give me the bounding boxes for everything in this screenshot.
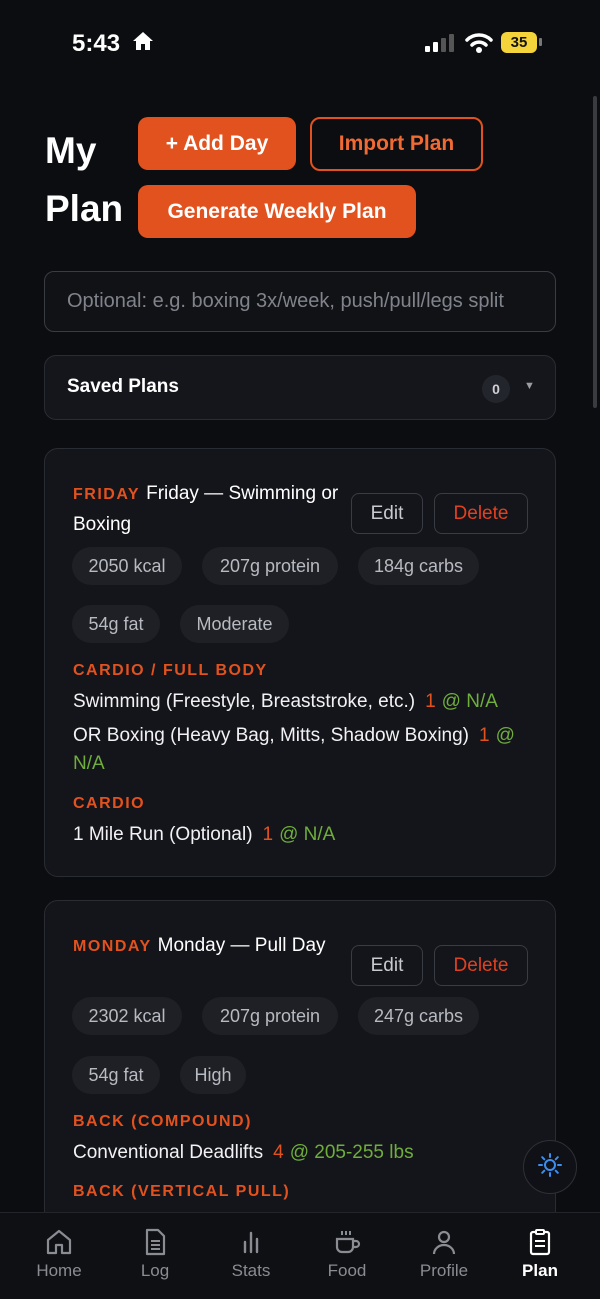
fat-pill: 54g fat (72, 605, 160, 643)
edit-day-button[interactable]: Edit (351, 945, 423, 986)
nav-label: Home (36, 1261, 82, 1280)
scrollbar[interactable] (593, 96, 597, 408)
food-icon (307, 1227, 387, 1257)
protein-pill: 207g protein (202, 547, 338, 585)
day-tag: FRIDAY (73, 486, 141, 503)
day-title: Monday — Pull Day (157, 935, 326, 956)
nav-food[interactable]: Food (307, 1227, 387, 1281)
nav-label: Stats (231, 1261, 271, 1280)
exercise-name: 1 Mile Run (Optional) (73, 824, 253, 845)
nav-label: Profile (419, 1261, 469, 1280)
calories-pill: 2302 kcal (72, 997, 182, 1035)
nav-home[interactable]: Home (19, 1227, 99, 1281)
nav-label: Log (140, 1261, 170, 1280)
exercise-weight: @ N/A (279, 824, 336, 845)
sun-icon (537, 1152, 563, 1183)
exercise-name: OR Boxing (Heavy Bag, Mitts, Shadow Boxi… (73, 725, 470, 746)
battery-indicator: 35 (501, 32, 537, 53)
nav-label: Food (327, 1261, 367, 1280)
intensity-pill: Moderate (180, 605, 289, 643)
carbs-pill: 184g carbs (358, 547, 479, 585)
log-icon (115, 1227, 195, 1257)
stats-icon (211, 1227, 291, 1257)
intensity-pill: High (180, 1056, 246, 1094)
section-title: BACK (COMPOUND) (73, 1113, 252, 1130)
exercise-weight: @ N/A (441, 691, 498, 712)
battery-tip (539, 38, 542, 46)
wifi-icon (465, 32, 493, 59)
exercise-row: Swimming (Freestyle, Breaststroke, etc.)… (73, 688, 533, 716)
exercise-row: 1 Mile Run (Optional) 1 @ N/A (73, 821, 533, 849)
theme-toggle-button[interactable] (523, 1140, 577, 1194)
exercise-name: Swimming (Freestyle, Breaststroke, etc.) (73, 691, 416, 712)
chevron-down-icon: ▼ (524, 380, 535, 392)
home-icon (19, 1227, 99, 1257)
add-day-button[interactable]: + Add Day (138, 117, 296, 170)
exercise-name: Conventional Deadlifts (73, 1142, 264, 1163)
exercise-sets: 1 (425, 691, 436, 712)
section-title: CARDIO (73, 795, 146, 812)
nav-plan[interactable]: Plan (500, 1227, 580, 1281)
delete-day-button[interactable]: Delete (434, 945, 528, 986)
status-bar: 5:43 35 (0, 0, 600, 88)
delete-day-button[interactable]: Delete (434, 493, 528, 534)
section-title: BACK (VERTICAL PULL) (73, 1183, 291, 1200)
plan-prompt-input[interactable] (44, 271, 556, 332)
nav-log[interactable]: Log (115, 1227, 195, 1281)
bottom-nav: Home Log Stats Food Profile Plan (0, 1212, 600, 1299)
day-tag: MONDAY (73, 938, 152, 955)
day-card-monday: MONDAY Monday — Pull Day Edit Delete 2302… (44, 900, 556, 1240)
exercise-sets: 1 (262, 824, 274, 845)
plan-icon (500, 1227, 580, 1257)
saved-plans-dropdown[interactable]: Saved Plans 0 ▼ (44, 355, 556, 420)
calories-pill: 2050 kcal (72, 547, 182, 585)
carbs-pill: 247g carbs (358, 997, 479, 1035)
status-time: 5:43 (72, 30, 121, 57)
exercise-row: Conventional Deadlifts 4 @ 205-255 lbs (73, 1139, 533, 1167)
nav-stats[interactable]: Stats (211, 1227, 291, 1281)
exercise-weight: @ 205-255 lbs (289, 1142, 414, 1163)
home-status-icon (131, 30, 155, 57)
protein-pill: 207g protein (202, 997, 338, 1035)
section-title: CARDIO / FULL BODY (73, 662, 268, 679)
profile-icon (404, 1227, 484, 1257)
nav-profile[interactable]: Profile (404, 1227, 484, 1281)
day-heading: FRIDAY Friday — Swimming or Boxing (73, 479, 353, 540)
exercise-sets: 4 (273, 1142, 284, 1163)
import-plan-button[interactable]: Import Plan (310, 117, 483, 171)
fat-pill: 54g fat (72, 1056, 160, 1094)
edit-day-button[interactable]: Edit (351, 493, 423, 534)
generate-weekly-plan-button[interactable]: Generate Weekly Plan (138, 185, 416, 238)
page-title: My Plan (45, 130, 124, 229)
day-heading: MONDAY Monday — Pull Day (73, 931, 353, 962)
exercise-row: OR Boxing (Heavy Bag, Mitts, Shadow Boxi… (73, 722, 533, 778)
exercise-sets: 1 (479, 725, 490, 746)
saved-plans-count-badge: 0 (482, 375, 510, 403)
day-card-friday: FRIDAY Friday — Swimming or Boxing Edit D… (44, 448, 556, 877)
signal-icon (425, 34, 455, 57)
nav-label: Plan (522, 1261, 558, 1280)
saved-plans-label: Saved Plans (67, 376, 179, 397)
